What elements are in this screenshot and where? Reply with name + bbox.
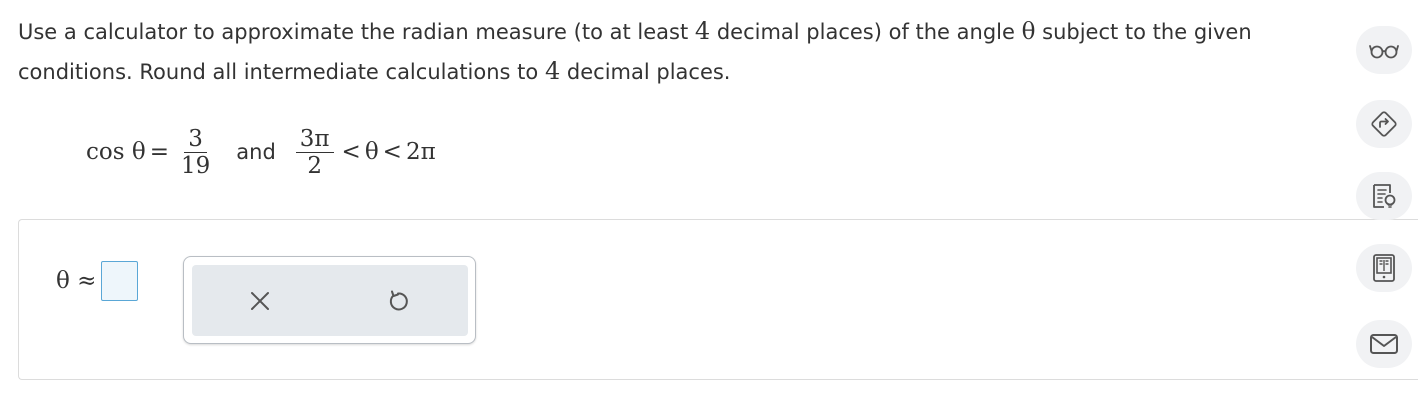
message-button[interactable] (1356, 320, 1412, 368)
mail-icon (1370, 334, 1398, 354)
answer-label: θ ≈ (56, 268, 97, 294)
directions-button[interactable] (1356, 100, 1412, 148)
question-text: Use a calculator to approximate the radi… (18, 12, 1348, 92)
fraction-lower-bound: 3π 2 (295, 126, 334, 179)
question-part2: decimal places) of the angle (710, 20, 1022, 44)
question-part1: Use a calculator to approximate the radi… (18, 20, 695, 44)
fraction-numerator: 3 (184, 126, 207, 153)
cos-label: cos θ (86, 139, 146, 165)
fraction-cos-value: 3 19 (177, 126, 214, 179)
undo-button[interactable] (386, 289, 410, 313)
question-theta: θ (1021, 19, 1036, 45)
less-than-sign: < (382, 139, 402, 165)
question-decimal-count-1: 4 (694, 17, 711, 45)
ebook-button[interactable] (1356, 244, 1412, 292)
direction-sign-icon (1371, 111, 1397, 137)
x-icon (251, 292, 269, 310)
question-decimal-count-2: 4 (544, 57, 561, 85)
upper-bound: 2π (405, 139, 436, 165)
undo-icon (389, 290, 408, 311)
accessibility-button[interactable] (1356, 26, 1412, 74)
answer-tools-bar (192, 265, 468, 336)
clear-button[interactable] (248, 289, 272, 313)
fraction-numerator: 3π (295, 126, 334, 153)
notes-icon (1373, 184, 1396, 208)
answer-input[interactable] (101, 261, 138, 301)
page: Use a calculator to approximate the radi… (0, 0, 1418, 402)
notes-button[interactable] (1356, 172, 1412, 220)
fraction-denominator: 19 (180, 152, 211, 179)
condition-expression: cos θ = 3 19 and 3π 2 < θ < 2π (86, 116, 438, 188)
fraction-denominator: 2 (307, 152, 322, 179)
glasses-icon (1369, 45, 1399, 59)
question-part4: decimal places. (560, 60, 731, 84)
ebook-icon (1373, 254, 1395, 282)
less-than-sign: < (341, 139, 361, 165)
answer-tools-panel (183, 256, 476, 344)
equals-sign: = (149, 139, 169, 165)
and-word: and (236, 140, 276, 164)
theta-symbol: θ (364, 139, 379, 165)
